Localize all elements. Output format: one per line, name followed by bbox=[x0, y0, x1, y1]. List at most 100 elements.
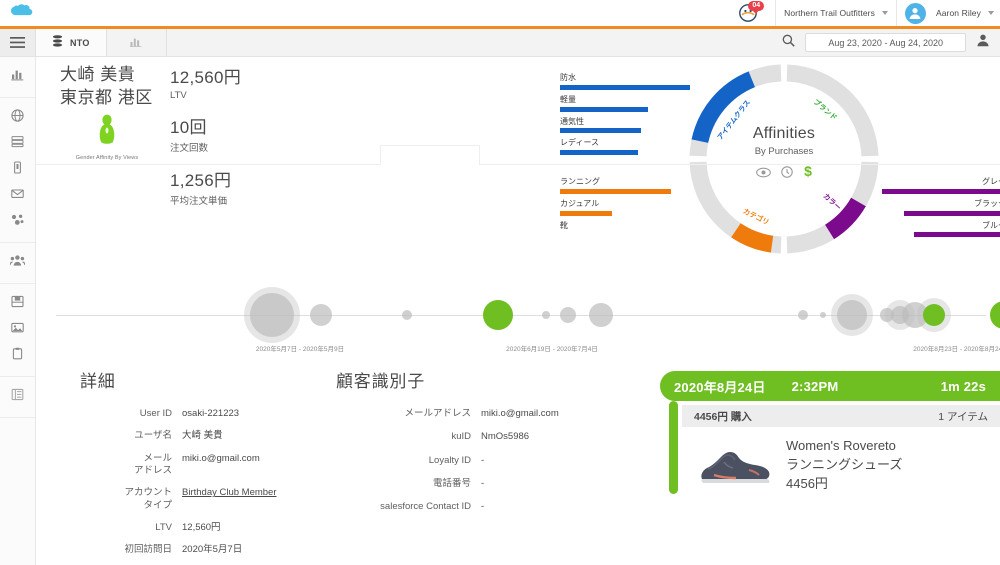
sidebar-item-data[interactable] bbox=[0, 131, 35, 157]
event-card[interactable]: 2020年8月24日 2:32PM 1m 22s 4456円 購入 1 アイテム bbox=[660, 371, 1000, 494]
timeline-dot[interactable] bbox=[798, 310, 808, 320]
affinity-bar-fill bbox=[560, 84, 690, 90]
affinity-bar-row[interactable]: ランニング bbox=[560, 177, 690, 194]
affinity-bar-label: グレー bbox=[982, 177, 1000, 186]
kpi-value: 1,256円 bbox=[170, 171, 232, 190]
main-content: 大崎 美貴 東京都 港区 Gender Affinity By Views 12… bbox=[36, 57, 1000, 565]
affinity-bar-row[interactable]: カジュアル bbox=[560, 199, 690, 216]
timeline-selection-notch[interactable] bbox=[380, 145, 480, 165]
event-card-header: 2020年8月24日 2:32PM 1m 22s bbox=[660, 371, 1000, 401]
detail-key: Loyalty ID bbox=[428, 454, 471, 466]
timeline-dot[interactable] bbox=[589, 303, 613, 327]
eye-icon[interactable] bbox=[755, 165, 771, 183]
affinity-bar-row[interactable]: 通気性 bbox=[560, 117, 690, 134]
search-icon[interactable] bbox=[782, 34, 796, 52]
clock-icon[interactable] bbox=[780, 165, 793, 183]
timeline-dot[interactable] bbox=[542, 311, 550, 319]
sidebar-item-audiences[interactable] bbox=[0, 250, 35, 276]
timeline-dot[interactable] bbox=[560, 307, 576, 323]
timeline-dot[interactable] bbox=[990, 301, 1000, 329]
timeline-dot[interactable] bbox=[837, 300, 867, 330]
kpi-value: 10回 bbox=[170, 118, 207, 137]
gender-affinity-block: Gender Affinity By Views bbox=[62, 114, 152, 161]
detail-key: 電話番号 bbox=[432, 478, 471, 490]
app-tab-bar: NTO Aug 23, 2020 - Aug 24, 2020 bbox=[0, 29, 1000, 57]
chevron-down-icon[interactable] bbox=[881, 11, 888, 15]
detail-key: salesforce Contact ID bbox=[380, 501, 471, 513]
tab-nto[interactable]: NTO bbox=[36, 29, 107, 56]
global-header-right: 04 Northern Trail Outfitters Aaron Riley bbox=[737, 0, 994, 26]
donut-mode-icons: $ bbox=[684, 163, 884, 183]
event-product-item[interactable]: Women's Rovereto ランニングシューズ 4456円 bbox=[682, 427, 1000, 494]
person-icon[interactable] bbox=[976, 33, 990, 52]
sidebar-item-web[interactable] bbox=[0, 105, 35, 131]
tab-reports[interactable] bbox=[106, 29, 167, 56]
bar-chart-icon bbox=[130, 34, 142, 52]
tab-nto-label: NTO bbox=[70, 37, 90, 48]
global-header: 04 Northern Trail Outfitters Aaron Riley bbox=[0, 0, 1000, 26]
hamburger-menu-icon[interactable] bbox=[0, 29, 36, 56]
affinity-bar-row[interactable]: グレー bbox=[882, 177, 1000, 194]
kpi-label: 平均注文単価 bbox=[170, 196, 228, 207]
mobile-device-icon bbox=[11, 161, 24, 179]
sidebar-item-connections[interactable] bbox=[0, 209, 35, 235]
donut-segment-カテゴリ[interactable] bbox=[731, 223, 774, 253]
affinity-bar-row[interactable]: 軽量 bbox=[560, 95, 690, 112]
notification-count-badge: 04 bbox=[748, 1, 765, 14]
detail-value-link[interactable]: Birthday Club Member bbox=[182, 487, 277, 498]
notification-bell-icon[interactable]: 04 bbox=[737, 1, 765, 24]
timeline-dot[interactable] bbox=[820, 312, 826, 318]
detail-value[interactable]: Birthday Club Member bbox=[182, 487, 277, 499]
user-menu-label[interactable]: Aaron Riley bbox=[936, 8, 981, 18]
identifier-row: salesforce Contact ID - bbox=[336, 501, 636, 513]
chevron-down-icon[interactable] bbox=[988, 11, 994, 15]
sidebar-item-assets[interactable] bbox=[0, 317, 35, 343]
sidebar-item-analytics[interactable] bbox=[0, 64, 35, 90]
affinity-bar-row[interactable]: レディース bbox=[560, 138, 690, 156]
detail-value: miki.o@gmail.com bbox=[182, 452, 260, 464]
activity-timeline[interactable]: 2020年5月7日 - 2020年5月9日 2020年6月19日 - 2020年7… bbox=[36, 267, 1000, 357]
timeline-dot[interactable] bbox=[250, 293, 294, 337]
product-name-line1: Women's Rovereto bbox=[786, 438, 896, 453]
detail-row: アカウント タイプ Birthday Club Member bbox=[80, 487, 330, 512]
timeline-dot[interactable] bbox=[310, 304, 332, 326]
book-save-icon bbox=[11, 295, 24, 313]
affinity-bar-fill bbox=[904, 210, 1000, 216]
timeline-dot[interactable] bbox=[923, 304, 945, 326]
affinity-bar-row[interactable]: ブラック bbox=[882, 199, 1000, 216]
details-column: 詳細 User ID osaki-221223 ユーザ名 大崎 美貴 メール アドレス mi… bbox=[80, 367, 330, 565]
event-duration: 1m 22s bbox=[940, 378, 986, 394]
left-icon-rail bbox=[0, 57, 36, 565]
sidebar-item-library[interactable] bbox=[0, 291, 35, 317]
timeline-dot[interactable] bbox=[402, 310, 412, 320]
event-product-text: Women's Rovereto ランニングシューズ 4456円 bbox=[786, 437, 902, 494]
kpi-value: 12,560円 bbox=[170, 68, 242, 87]
detail-key: User ID bbox=[139, 408, 172, 419]
salesforce-cloud-logo-icon[interactable] bbox=[8, 2, 36, 27]
details-title: 詳細 bbox=[80, 372, 116, 391]
user-avatar-icon[interactable] bbox=[904, 2, 926, 24]
details-list: User ID osaki-221223 ユーザ名 大崎 美貴 メール アドレス miki.… bbox=[80, 408, 330, 557]
clipboard-icon bbox=[11, 347, 24, 365]
connections-icon bbox=[11, 213, 24, 231]
affinity-bar-row[interactable]: ブルー bbox=[882, 221, 1000, 238]
affinity-bar-group: 防水軽量通気性レディース bbox=[560, 73, 690, 156]
affinity-bar-row[interactable]: 防水 bbox=[560, 73, 690, 90]
sidebar-item-email[interactable] bbox=[0, 183, 35, 209]
affinity-bar-row[interactable]: 靴 bbox=[560, 221, 690, 232]
sidebar-item-mobile[interactable] bbox=[0, 157, 35, 183]
affinity-bar-label: ブラック bbox=[974, 198, 1000, 208]
org-switcher-label[interactable]: Northern Trail Outfitters bbox=[784, 8, 875, 18]
sidebar-item-records[interactable] bbox=[0, 384, 35, 410]
affinity-bar-label: 靴 bbox=[560, 220, 568, 230]
timeline-dot[interactable] bbox=[483, 300, 513, 330]
customer-name: 大崎 美貴 bbox=[60, 65, 136, 84]
sidebar-item-reports[interactable] bbox=[0, 343, 35, 369]
event-item-count: 1 アイテム bbox=[938, 410, 988, 423]
kpi-label: 注文回数 bbox=[170, 143, 209, 154]
affinity-bar-label: ランニング bbox=[560, 177, 600, 187]
dollar-icon[interactable]: $ bbox=[803, 163, 813, 183]
date-range-picker[interactable]: Aug 23, 2020 - Aug 24, 2020 bbox=[805, 33, 966, 52]
affinities-donut-chart[interactable]: Affinities By Purchases $ アイテムクラス ブランド カ… bbox=[684, 59, 884, 259]
tab-bar-tools: Aug 23, 2020 - Aug 24, 2020 bbox=[782, 29, 1000, 56]
